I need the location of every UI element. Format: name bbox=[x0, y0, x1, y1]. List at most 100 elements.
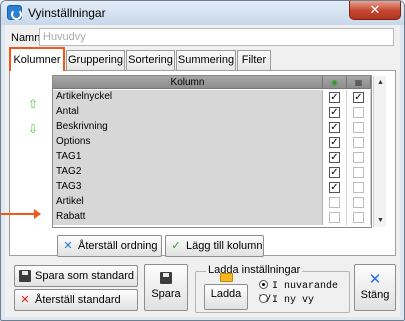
grid-icon: ▦ bbox=[347, 76, 371, 89]
save-as-standard-button[interactable]: Spara som standard bbox=[14, 265, 138, 287]
radio-current-view-indicator[interactable] bbox=[259, 280, 268, 289]
close-label: Stäng bbox=[360, 289, 390, 301]
floppy-icon bbox=[145, 272, 187, 285]
group-cell bbox=[347, 105, 371, 120]
table-row[interactable]: Options ✓ bbox=[53, 135, 371, 150]
close-icon: ✕ bbox=[368, 271, 382, 288]
option-checkbox[interactable] bbox=[353, 182, 364, 193]
table-row[interactable]: TAG1 ✓ bbox=[53, 150, 371, 165]
option-checkbox[interactable]: ✓ bbox=[353, 92, 364, 103]
folder-icon bbox=[205, 271, 247, 283]
option-checkbox[interactable] bbox=[353, 152, 364, 163]
tab-gruppering[interactable]: Gruppering bbox=[66, 50, 125, 70]
visible-cell: ✓ bbox=[323, 120, 347, 135]
visible-checkbox[interactable]: ✓ bbox=[329, 167, 340, 178]
option-checkbox[interactable] bbox=[353, 137, 364, 148]
reset-standard-button[interactable]: ✕ Återställ standard bbox=[14, 289, 138, 311]
visible-checkbox[interactable]: ✓ bbox=[329, 92, 340, 103]
row-label: Beskrivning bbox=[53, 120, 323, 135]
option-checkbox[interactable] bbox=[353, 212, 364, 223]
row-label: TAG1 bbox=[53, 150, 323, 165]
app-icon bbox=[7, 5, 22, 20]
save-label: Spara bbox=[151, 288, 181, 301]
close-button[interactable]: ✕ Stäng bbox=[354, 264, 396, 311]
row-label: TAG3 bbox=[53, 180, 323, 195]
eye-icon: ◉ bbox=[323, 76, 347, 89]
close-window-button[interactable]: ✕ bbox=[349, 1, 401, 20]
name-field[interactable] bbox=[39, 28, 394, 46]
group-cell bbox=[347, 180, 371, 195]
tab-kolumner[interactable]: Kolumner bbox=[9, 47, 65, 71]
add-column-label: Lägg till kolumn bbox=[186, 240, 263, 252]
title-bar: Vyinställningar ✕ bbox=[1, 1, 404, 25]
save-as-standard-label: Spara som standard bbox=[35, 270, 135, 282]
move-down-arrow-icon[interactable]: ⇩ bbox=[28, 123, 38, 135]
option-checkbox[interactable] bbox=[353, 122, 364, 133]
view-settings-window: Vyinställningar ✕ Namn Kolumner Grupperi… bbox=[0, 0, 405, 321]
option-checkbox[interactable] bbox=[353, 197, 364, 208]
row-label: TAG2 bbox=[53, 165, 323, 180]
cross-icon: ✕ bbox=[20, 294, 30, 306]
table-row[interactable]: TAG3 ✓ bbox=[53, 180, 371, 195]
move-up-arrow-icon[interactable]: ⇧ bbox=[28, 98, 38, 110]
table-row[interactable]: Antal ✓ bbox=[53, 105, 371, 120]
group-cell bbox=[347, 195, 371, 210]
table-row[interactable]: TAG2 ✓ bbox=[53, 165, 371, 180]
reset-order-button[interactable]: ✕ Återställ ordning bbox=[57, 235, 162, 257]
reset-order-label: Återställ ordning bbox=[78, 240, 158, 252]
table-row[interactable]: Beskrivning ✓ bbox=[53, 120, 371, 135]
floppy-icon bbox=[18, 266, 32, 286]
group-cell: ✓ bbox=[347, 90, 371, 105]
row-label: Artikel bbox=[53, 195, 323, 210]
option-checkbox[interactable] bbox=[353, 107, 364, 118]
reset-standard-label: Återställ standard bbox=[35, 294, 121, 306]
tab-summering[interactable]: Summering bbox=[176, 50, 236, 70]
visible-cell: ✓ bbox=[323, 165, 347, 180]
row-label: Artikelnyckel bbox=[53, 90, 323, 105]
table-row[interactable]: Artikelnyckel ✓ ✓ bbox=[53, 90, 371, 105]
dialog-content: Namn Kolumner Gruppering Sortering Summe… bbox=[1, 25, 400, 317]
visible-checkbox[interactable]: ✓ bbox=[329, 137, 340, 148]
scroll-down-icon[interactable]: ▼ bbox=[375, 215, 386, 226]
visible-cell: ✓ bbox=[323, 105, 347, 120]
group-cell bbox=[347, 120, 371, 135]
tab-filter[interactable]: Filter bbox=[237, 50, 271, 70]
tab-sortering[interactable]: Sortering bbox=[126, 50, 175, 70]
grid-scrollbar[interactable]: ▲ ▼ bbox=[373, 76, 386, 227]
visible-checkbox[interactable]: ✓ bbox=[329, 122, 340, 133]
window-title: Vyinställningar bbox=[28, 6, 106, 20]
visible-cell: ✓ bbox=[323, 180, 347, 195]
row-label: Rabatt bbox=[53, 210, 323, 225]
cross-icon: ✕ bbox=[63, 240, 73, 252]
visible-checkbox[interactable]: ✓ bbox=[329, 152, 340, 163]
save-button[interactable]: Spara bbox=[144, 264, 188, 311]
highlight-arrow-icon bbox=[1, 209, 41, 219]
radio-new-view-indicator[interactable] bbox=[259, 294, 268, 303]
row-label: Options bbox=[53, 135, 323, 150]
visible-checkbox[interactable]: ✓ bbox=[329, 107, 340, 118]
visible-cell: ✓ bbox=[323, 150, 347, 165]
visible-checkbox[interactable] bbox=[329, 197, 340, 208]
load-button[interactable]: Ladda bbox=[204, 272, 248, 310]
visible-checkbox[interactable] bbox=[329, 212, 340, 223]
table-row[interactable]: Rabatt bbox=[53, 210, 371, 225]
table-row[interactable]: Artikel bbox=[53, 195, 371, 210]
scroll-up-icon[interactable]: ▲ bbox=[375, 77, 386, 88]
row-label: Antal bbox=[53, 105, 323, 120]
visible-cell: ✓ bbox=[323, 90, 347, 105]
radio-new-view[interactable]: I ny vy bbox=[259, 294, 314, 306]
columns-grid: Kolumn ◉ ▦ Artikelnyckel ✓ ✓ Antal ✓ Beskrivn… bbox=[52, 75, 372, 228]
group-cell bbox=[347, 165, 371, 180]
check-icon: ✓ bbox=[171, 240, 181, 252]
name-label: Namn bbox=[11, 32, 41, 44]
group-cell bbox=[347, 210, 371, 225]
add-column-button[interactable]: ✓ Lägg till kolumn bbox=[165, 235, 264, 257]
radio-new-view-label: I ny vy bbox=[272, 295, 315, 306]
column-header[interactable]: Kolumn bbox=[53, 76, 323, 89]
visible-checkbox[interactable]: ✓ bbox=[329, 182, 340, 193]
visible-cell bbox=[323, 210, 347, 225]
group-cell bbox=[347, 150, 371, 165]
columns-panel: ⇧ ⇩ Kolumn ◉ ▦ Artikelnyckel ✓ ✓ Antal ✓ Besk… bbox=[1, 70, 396, 257]
group-cell bbox=[347, 135, 371, 150]
option-checkbox[interactable] bbox=[353, 167, 364, 178]
